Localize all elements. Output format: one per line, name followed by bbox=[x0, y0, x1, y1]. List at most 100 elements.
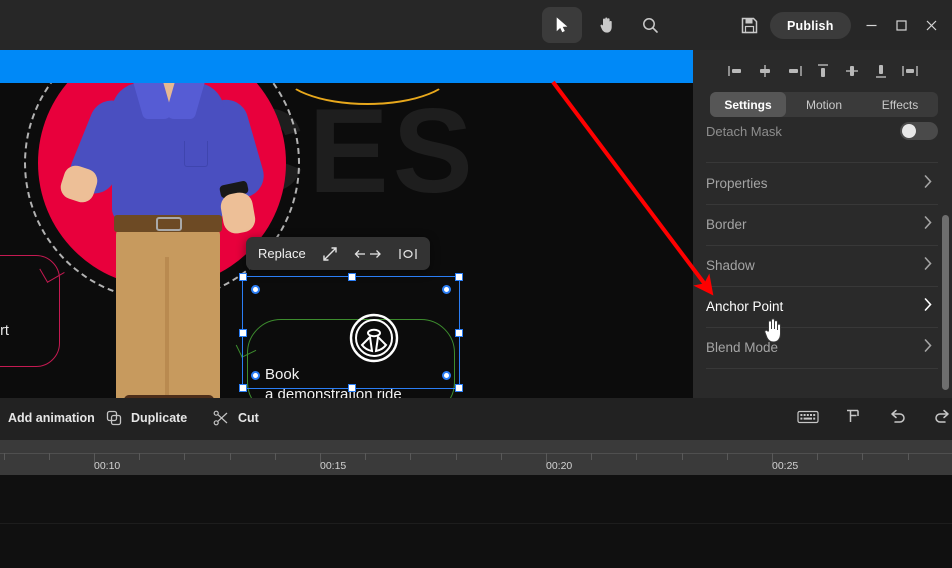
canvas-area[interactable]: CES ort bbox=[0, 50, 693, 398]
shortcut-icon[interactable] bbox=[845, 408, 863, 424]
setting-label: Shadow bbox=[706, 258, 755, 273]
publish-button[interactable]: Publish bbox=[770, 12, 851, 39]
resize-handle-middle-left[interactable] bbox=[239, 329, 247, 337]
toggle-knob bbox=[902, 124, 916, 138]
ruler-tick bbox=[184, 453, 185, 460]
duplicate-icon bbox=[106, 410, 122, 426]
rotate-handle-bottom-right[interactable] bbox=[442, 371, 451, 380]
hand-icon bbox=[599, 17, 612, 33]
hand-tool-button[interactable] bbox=[586, 7, 626, 43]
detach-mask-label: Detach Mask bbox=[706, 123, 782, 139]
tab-settings[interactable]: Settings bbox=[710, 92, 786, 117]
save-button[interactable] bbox=[732, 12, 766, 38]
resize-handle-top-right[interactable] bbox=[455, 273, 463, 281]
pink-bubble-text: ort bbox=[0, 323, 9, 339]
publish-label: Publish bbox=[787, 18, 834, 33]
tab-motion[interactable]: Motion bbox=[786, 92, 862, 117]
divider bbox=[706, 368, 938, 369]
ruler-tick bbox=[456, 453, 457, 460]
zoom-tool-button[interactable] bbox=[630, 7, 670, 43]
ruler-tick bbox=[365, 453, 366, 460]
resize-handle-bottom-right[interactable] bbox=[455, 384, 463, 392]
setting-label: Border bbox=[706, 217, 747, 232]
undo-icon[interactable] bbox=[889, 408, 907, 424]
tab-effects[interactable]: Effects bbox=[862, 92, 938, 117]
chevron-right-icon bbox=[924, 256, 932, 275]
ruler-tick bbox=[501, 453, 502, 460]
ruler-tick bbox=[862, 453, 863, 460]
setting-label: Properties bbox=[706, 176, 768, 191]
tab-effects-label: Effects bbox=[881, 97, 919, 112]
panel-scrollbar-thumb[interactable] bbox=[942, 215, 949, 390]
align-bottom-icon[interactable] bbox=[871, 61, 891, 81]
resize-diagonal-icon[interactable] bbox=[322, 246, 338, 262]
tab-settings-label: Settings bbox=[724, 97, 772, 112]
detach-mask-toggle[interactable] bbox=[900, 122, 938, 140]
align-right-icon[interactable] bbox=[784, 61, 804, 81]
rotate-handle-top-left[interactable] bbox=[251, 285, 260, 294]
rotate-handle-bottom-left[interactable] bbox=[251, 371, 260, 380]
maximize-button[interactable] bbox=[888, 13, 914, 37]
resize-handle-top-left[interactable] bbox=[239, 273, 247, 281]
align-center-horizontal-icon[interactable] bbox=[755, 61, 775, 81]
duplicate-button[interactable]: Duplicate bbox=[106, 410, 187, 426]
align-center-vertical-icon[interactable] bbox=[842, 61, 862, 81]
floppy-disk-icon bbox=[741, 17, 757, 33]
alignment-toolbar bbox=[693, 58, 952, 84]
keyboard-icon[interactable] bbox=[797, 409, 819, 424]
setting-row-blend-mode[interactable]: Blend Mode bbox=[693, 327, 952, 368]
ruler-label: 00:10 bbox=[94, 460, 121, 472]
cursor-arrow-icon bbox=[556, 17, 567, 33]
resize-handle-top-center[interactable] bbox=[348, 273, 356, 281]
character-right-hand bbox=[218, 190, 258, 236]
canvas-blue-banner bbox=[0, 50, 693, 83]
ruler-tick bbox=[817, 453, 818, 460]
distribute-icon[interactable] bbox=[900, 61, 920, 81]
selection-bounding-box[interactable] bbox=[239, 273, 463, 392]
timeline-tracks-area[interactable] bbox=[0, 475, 952, 568]
ruler-label: 00:20 bbox=[546, 460, 573, 472]
ruler-tick bbox=[908, 453, 909, 460]
panel-tabs: Settings Motion Effects bbox=[710, 92, 938, 117]
close-button[interactable] bbox=[918, 13, 944, 37]
minimize-button[interactable] bbox=[858, 13, 884, 37]
ruler-tick bbox=[727, 453, 728, 460]
ruler-tick bbox=[410, 453, 411, 460]
setting-row-shadow[interactable]: Shadow bbox=[693, 245, 952, 286]
timeline-ruler[interactable]: 00:10 00:15 00:20 00:25 bbox=[0, 440, 952, 475]
ruler-label: 00:25 bbox=[772, 460, 799, 472]
ruler-label: 00:15 bbox=[320, 460, 347, 472]
scissors-icon bbox=[213, 410, 229, 426]
setting-row-border[interactable]: Border bbox=[693, 204, 952, 245]
settings-scroll-container[interactable]: Detach Mask Properties Border Shadow Anc… bbox=[693, 120, 952, 398]
resize-handle-bottom-center[interactable] bbox=[348, 384, 356, 392]
add-animation-label: Add animation bbox=[8, 410, 95, 425]
replace-floating-toolbar[interactable]: Replace bbox=[246, 237, 430, 270]
replace-label[interactable]: Replace bbox=[258, 246, 306, 261]
resize-handle-middle-right[interactable] bbox=[455, 329, 463, 337]
align-top-icon[interactable] bbox=[813, 61, 833, 81]
ruler-tick bbox=[682, 453, 683, 460]
chevron-right-icon bbox=[924, 338, 932, 357]
rotate-handle-top-right[interactable] bbox=[442, 285, 451, 294]
duplicate-label: Duplicate bbox=[131, 411, 188, 425]
character-pocket bbox=[184, 141, 208, 167]
setting-row-anchor-point[interactable]: Anchor Point bbox=[693, 286, 952, 327]
cut-label: Cut bbox=[238, 411, 259, 425]
flip-horizontal-icon[interactable] bbox=[354, 247, 382, 261]
ruler-tick bbox=[275, 453, 276, 460]
setting-row-properties[interactable]: Properties bbox=[693, 163, 952, 204]
add-animation-button[interactable]: Add animation bbox=[0, 410, 95, 425]
chevron-right-icon bbox=[924, 297, 932, 316]
detach-mask-row[interactable]: Detach Mask bbox=[706, 120, 938, 146]
window-controls bbox=[858, 13, 944, 37]
cut-button[interactable]: Cut bbox=[213, 410, 259, 426]
select-tool-button[interactable] bbox=[542, 7, 582, 43]
app-root: Publish CES rt Book a demonstration ride… bbox=[0, 0, 952, 568]
resize-handle-bottom-left[interactable] bbox=[239, 384, 247, 392]
align-left-icon[interactable] bbox=[726, 61, 746, 81]
fit-to-frame-icon[interactable] bbox=[398, 247, 418, 261]
redo-icon[interactable] bbox=[933, 408, 951, 424]
ruler-baseline bbox=[0, 453, 952, 454]
minimize-icon bbox=[866, 24, 876, 26]
